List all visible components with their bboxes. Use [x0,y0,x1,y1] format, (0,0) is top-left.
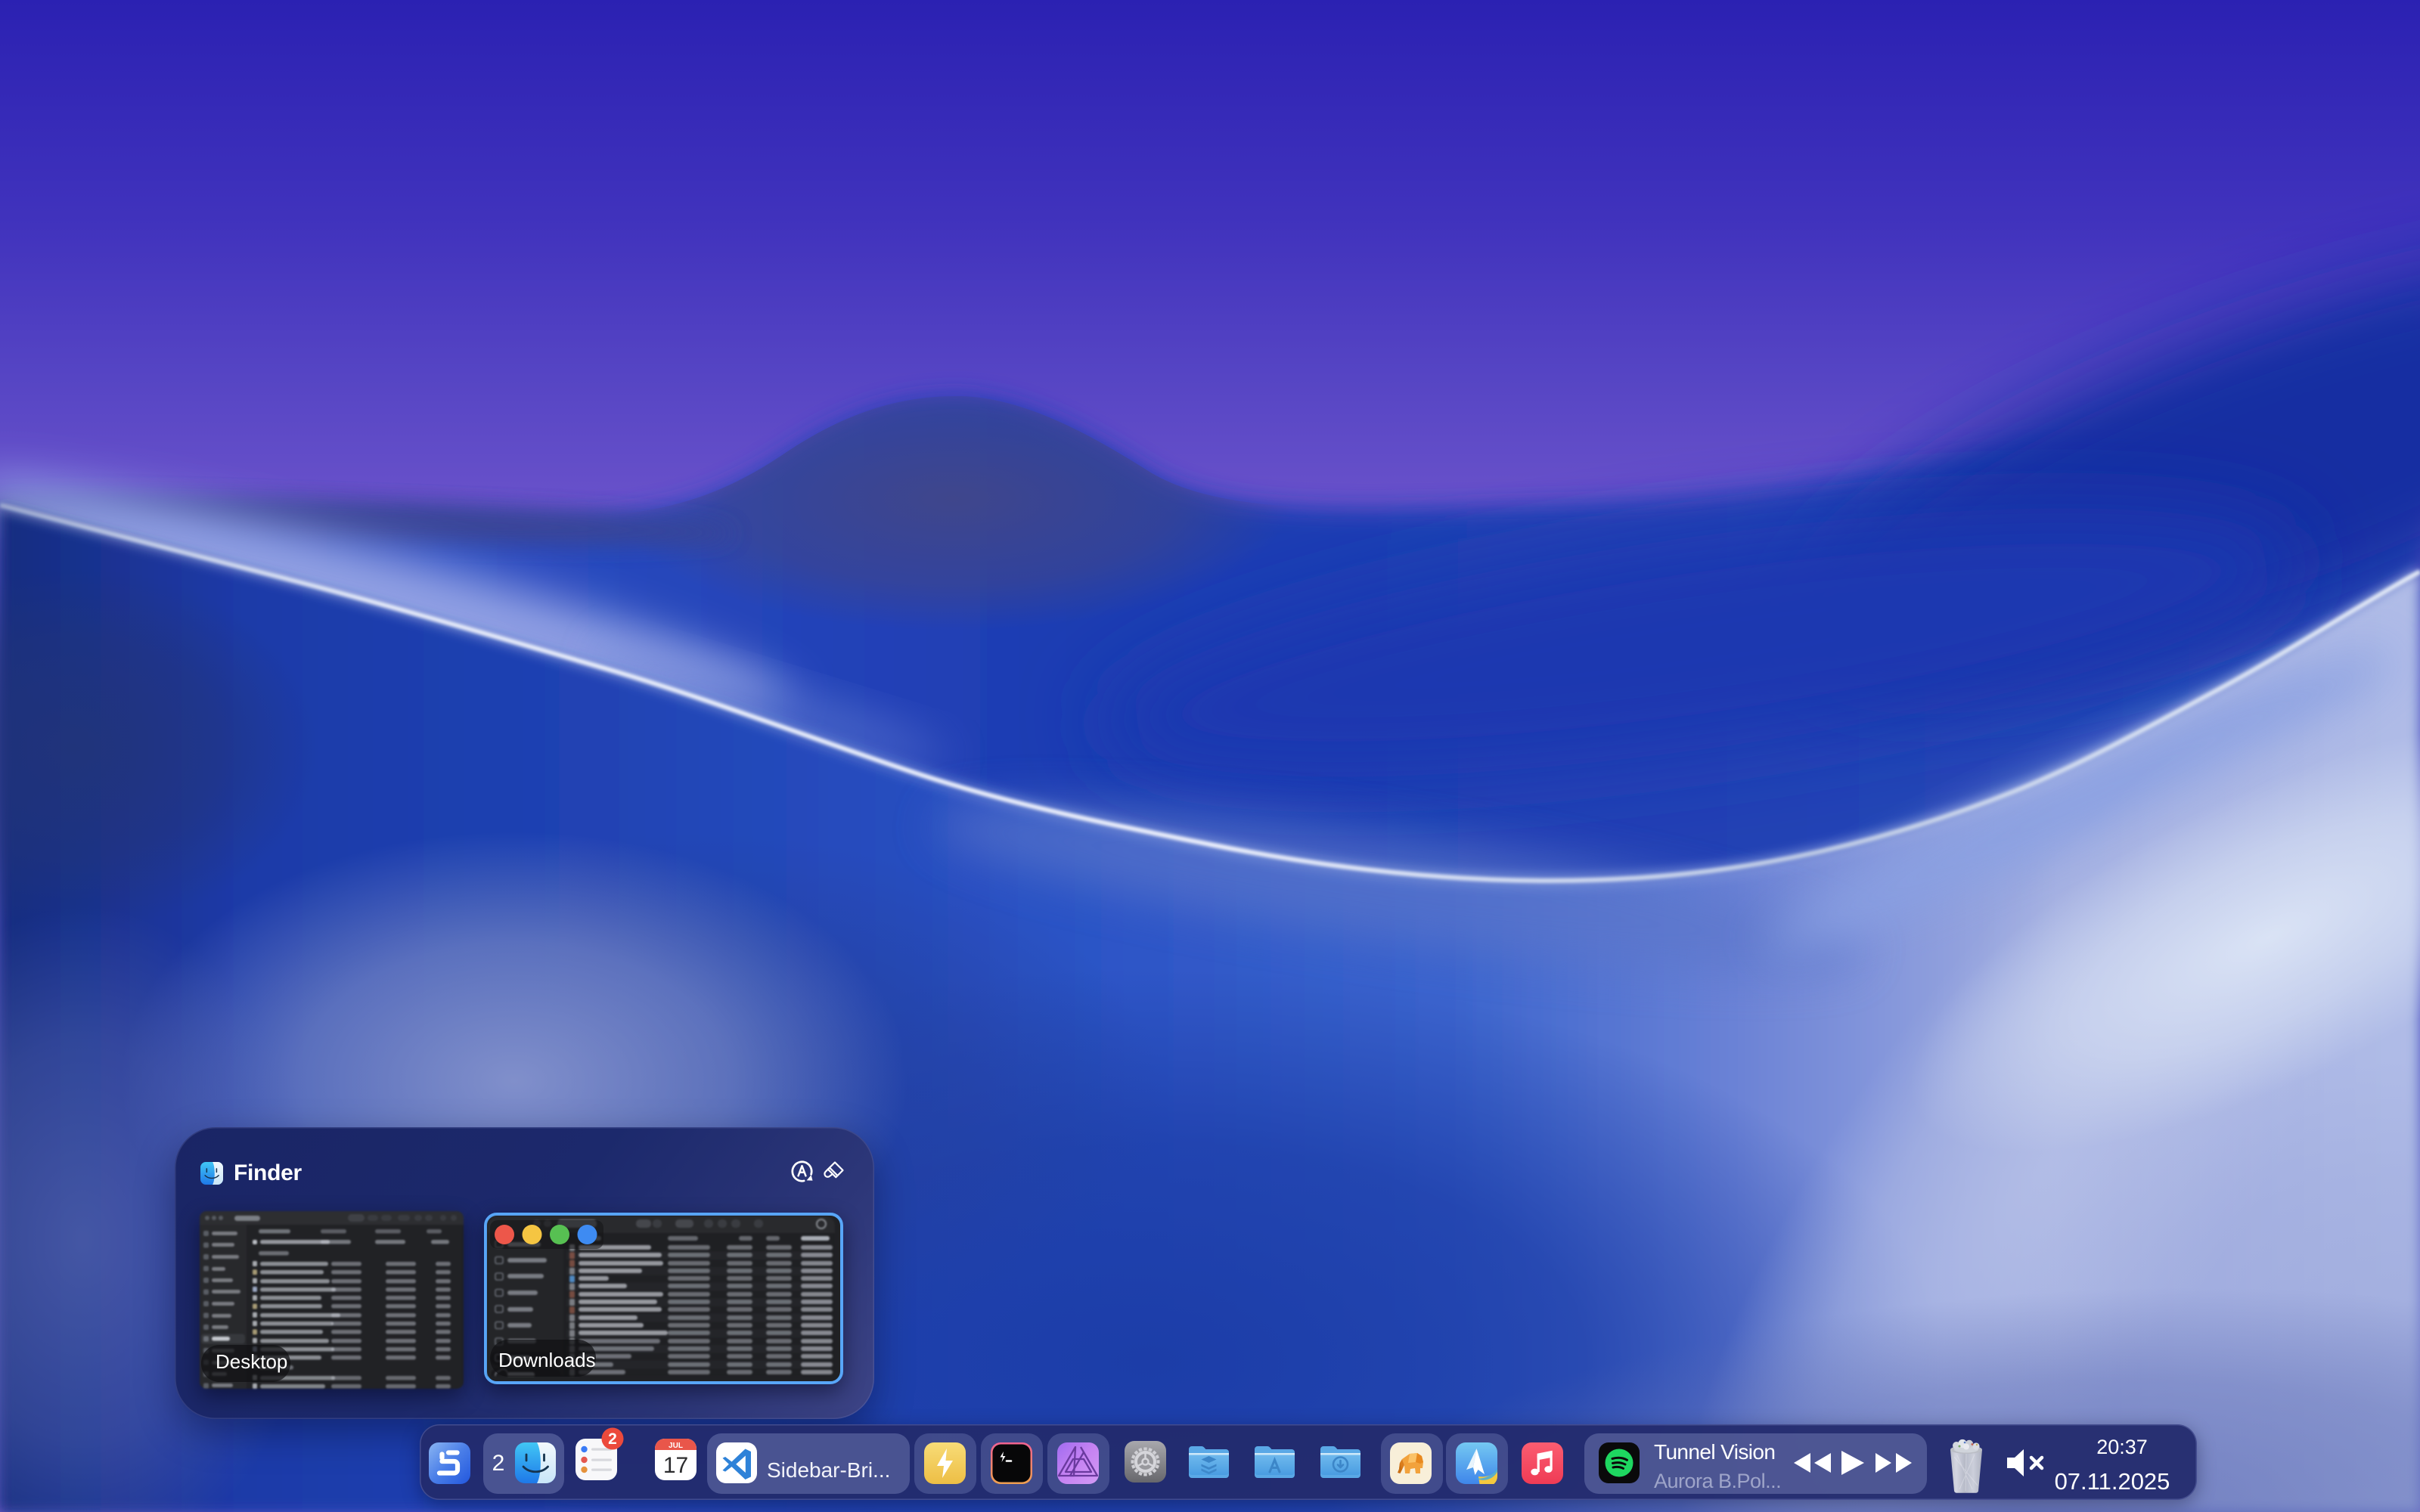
svg-text:2: 2 [608,1430,617,1448]
svg-text:17: 17 [663,1453,688,1478]
svg-text:JUL: JUL [669,1442,683,1450]
